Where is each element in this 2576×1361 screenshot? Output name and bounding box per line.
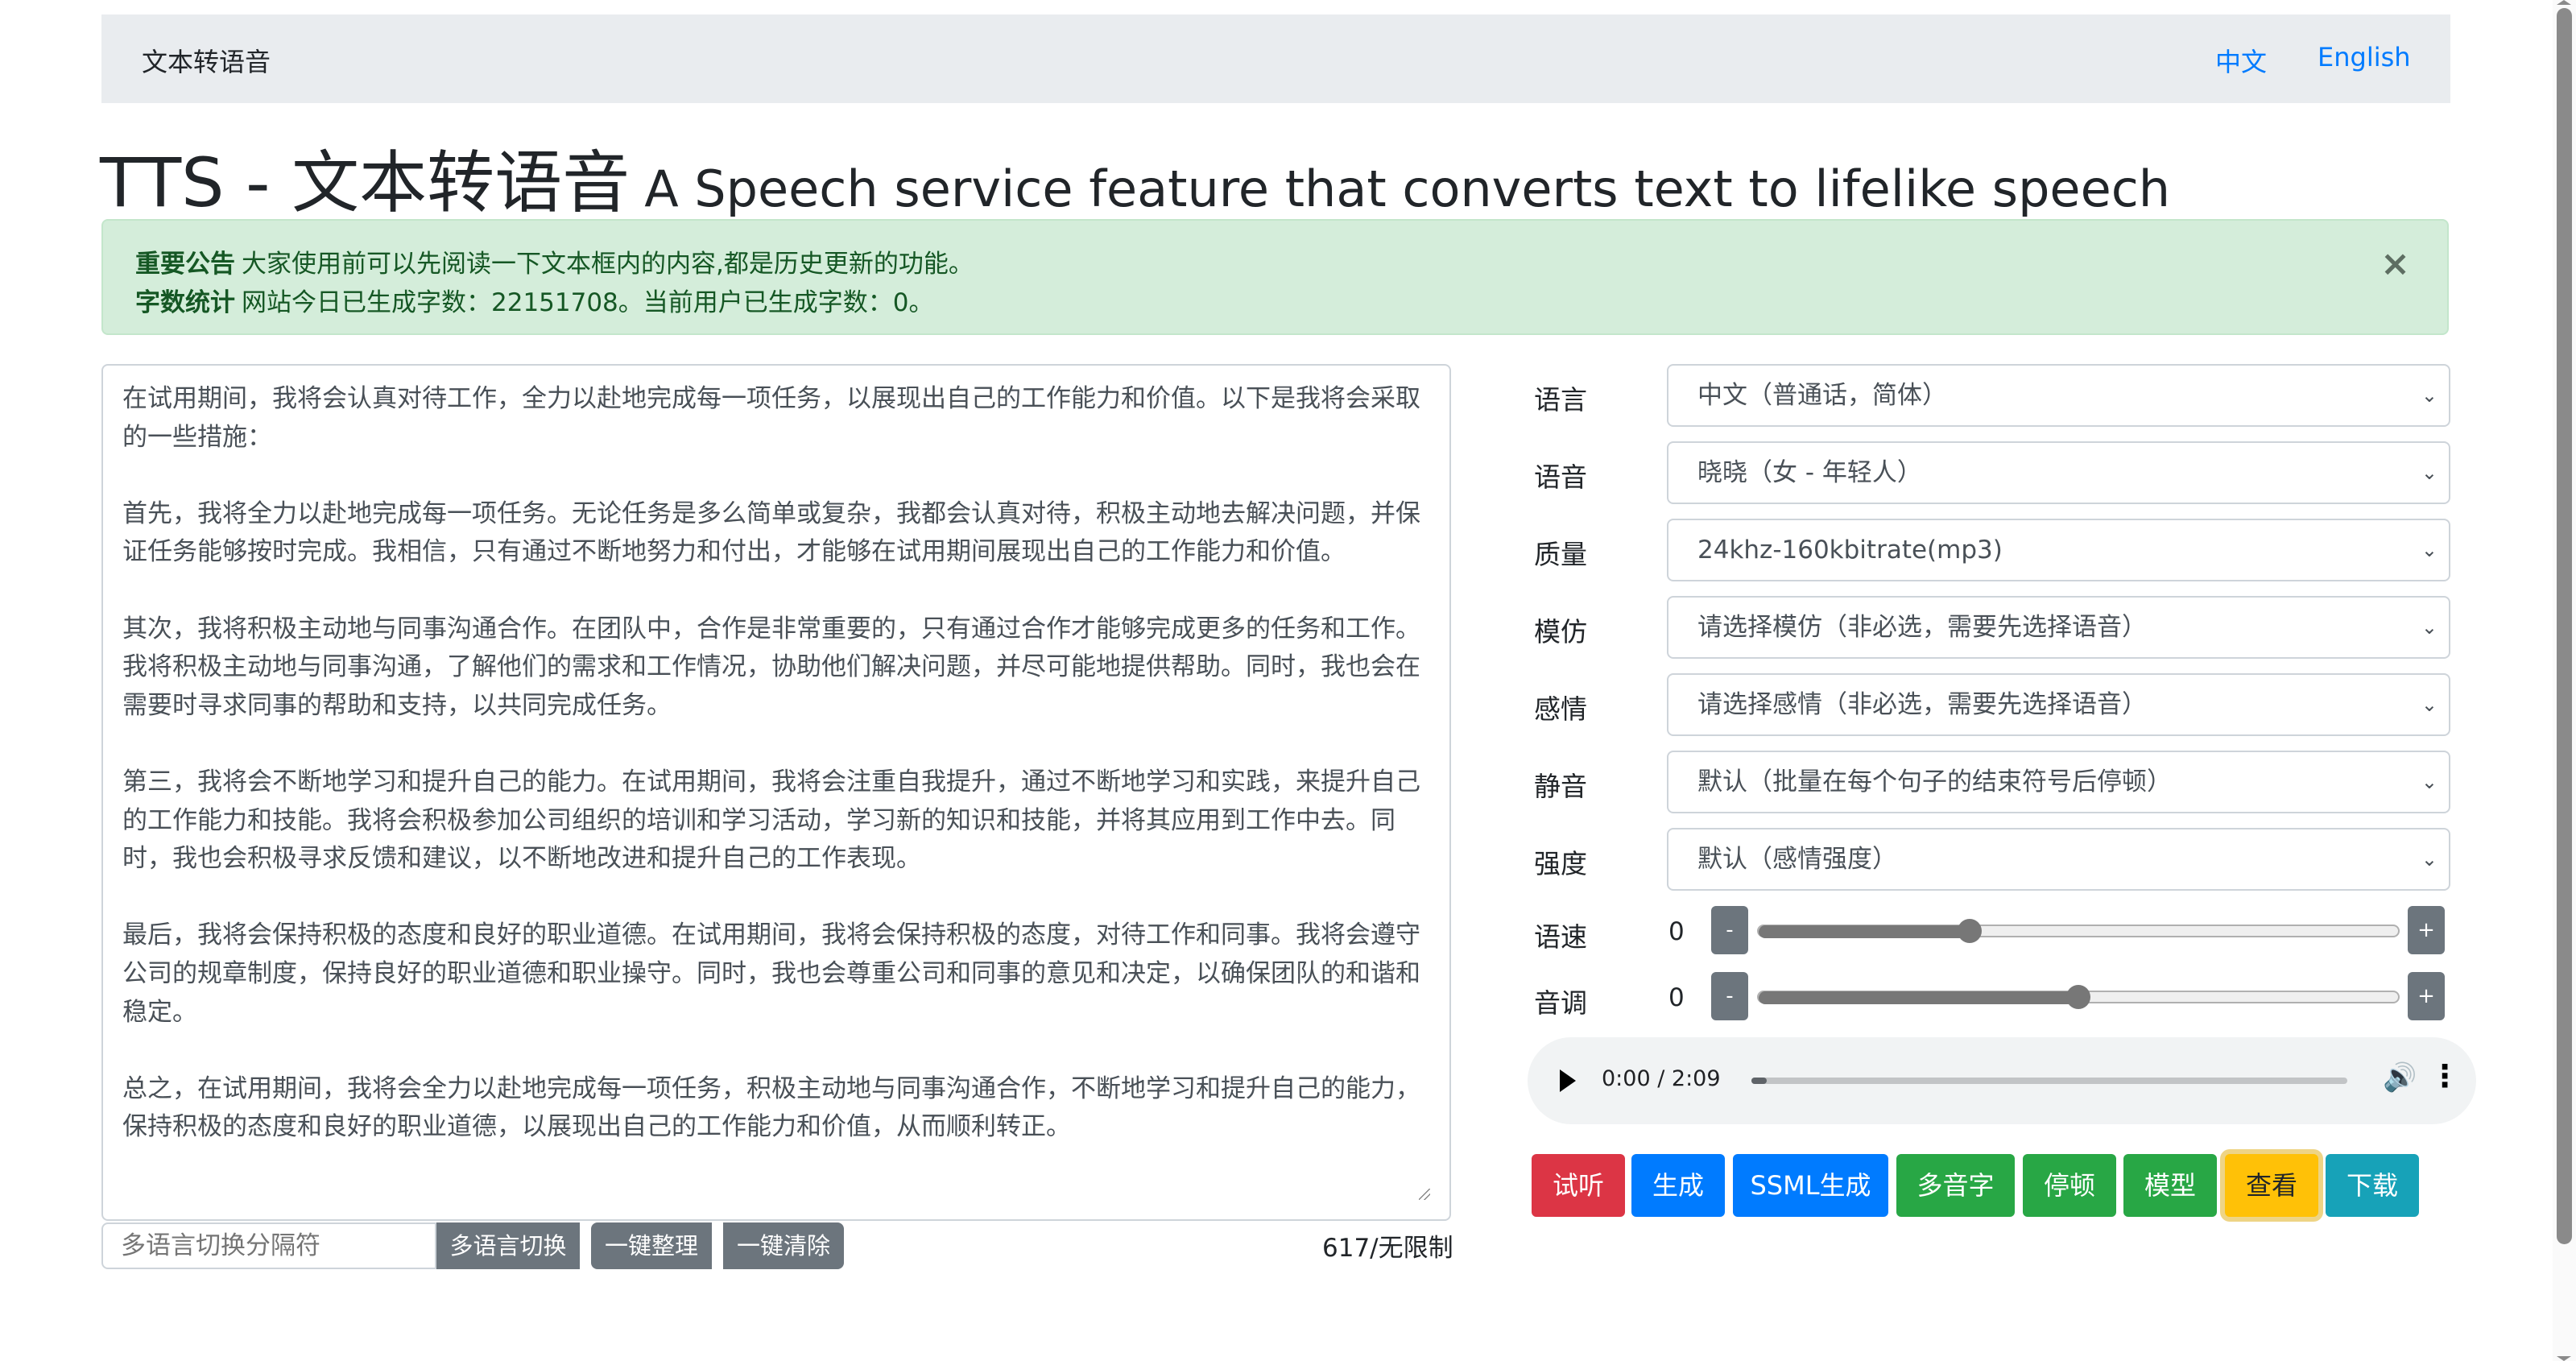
scroll-down-arrow-icon[interactable] xyxy=(2557,1356,2571,1361)
voice-select[interactable]: 晓晓（女 - 年轻人） ⌄ xyxy=(1667,441,2450,504)
scroll-up-arrow-icon[interactable] xyxy=(2557,0,2571,5)
intensity-select-value: 默认（感情强度） xyxy=(1697,845,1897,874)
voice-label: 语音 xyxy=(1534,461,1587,493)
multi-language-switch-button[interactable]: 多语言切换 xyxy=(436,1222,580,1269)
nav-link-english[interactable]: English xyxy=(2318,42,2411,72)
voice-select-value: 晓晓（女 - 年轻人） xyxy=(1697,458,1922,487)
chevron-down-icon: ⌄ xyxy=(2421,539,2437,561)
chevron-down-icon: ⌄ xyxy=(2421,616,2437,639)
quality-select[interactable]: 24khz-160kbitrate(mp3) ⌄ xyxy=(1667,519,2450,581)
rate-decrease-button[interactable]: - xyxy=(1711,906,1748,954)
pitch-label: 音调 xyxy=(1534,987,1587,1019)
resize-grip-icon xyxy=(1419,1189,1430,1200)
audio-played xyxy=(1751,1078,1767,1084)
separator-input[interactable] xyxy=(101,1222,436,1269)
view-button[interactable]: 查看 xyxy=(2225,1154,2318,1217)
preview-button[interactable]: 试听 xyxy=(1532,1154,1625,1217)
pitch-slider-thumb[interactable] xyxy=(2066,985,2090,1009)
nav-link-chinese[interactable]: 中文 xyxy=(2215,42,2267,79)
intensity-label: 强度 xyxy=(1534,848,1587,879)
chevron-down-icon: ⌄ xyxy=(2421,461,2437,484)
chevron-down-icon: ⌄ xyxy=(2421,384,2437,407)
language-label: 语言 xyxy=(1534,384,1587,416)
pitch-increase-button[interactable]: + xyxy=(2408,972,2445,1020)
play-icon[interactable] xyxy=(1560,1069,1576,1092)
audio-player: 0:00 / 2:09 🔊 ⋮ xyxy=(1528,1037,2476,1124)
chevron-down-icon: ⌄ xyxy=(2421,848,2437,871)
stats-label: 字数统计 xyxy=(135,288,235,317)
polyphone-button[interactable]: 多音字 xyxy=(1896,1154,2015,1217)
stats-line: 字数统计 网站今日已生成字数：22151708。当前用户已生成字数：0。 xyxy=(135,282,934,318)
rate-slider[interactable] xyxy=(1757,919,2400,943)
rate-value: 0 xyxy=(1668,917,1685,946)
language-select-value: 中文（普通话，简体） xyxy=(1697,381,1947,410)
language-select[interactable]: 中文（普通话，简体） ⌄ xyxy=(1667,364,2450,427)
chevron-down-icon: ⌄ xyxy=(2421,693,2437,716)
quality-select-value: 24khz-160kbitrate(mp3) xyxy=(1697,536,2003,565)
more-options-icon[interactable]: ⋮ xyxy=(2429,1058,2460,1094)
char-count: 617/无限制 xyxy=(1322,1234,1453,1263)
page-title: TTS - 文本转语音 A Speech service feature that… xyxy=(100,129,2170,226)
clear-button[interactable]: 一键清除 xyxy=(723,1222,844,1269)
pitch-slider-fill xyxy=(1759,991,2078,1004)
model-button[interactable]: 模型 xyxy=(2123,1154,2217,1217)
chevron-down-icon: ⌄ xyxy=(2421,771,2437,793)
imitate-select-value: 请选择模仿（非必选，需要先选择语音） xyxy=(1697,613,2147,642)
pause-button[interactable]: 停顿 xyxy=(2023,1154,2116,1217)
emotion-select-value: 请选择感情（非必选，需要先选择语音） xyxy=(1697,690,2147,719)
text-input[interactable]: 在试用期间，我将会认真对待工作，全力以赴地完成每一项任务，以展现出自己的工作能力… xyxy=(101,364,1451,1221)
emotion-select[interactable]: 请选择感情（非必选，需要先选择语音） ⌄ xyxy=(1667,673,2450,736)
rate-increase-button[interactable]: + xyxy=(2408,906,2445,954)
page-title-main: TTS - 文本转语音 xyxy=(100,143,631,222)
stats-text: 网站今日已生成字数：22151708。当前用户已生成字数：0。 xyxy=(242,288,934,317)
imitate-label: 模仿 xyxy=(1534,616,1587,647)
navbar-brand[interactable]: 文本转语音 xyxy=(142,42,271,79)
tidy-button[interactable]: 一键整理 xyxy=(591,1222,712,1269)
close-icon[interactable]: × xyxy=(2380,246,2410,282)
pitch-decrease-button[interactable]: - xyxy=(1711,972,1748,1020)
rate-label: 语速 xyxy=(1534,921,1587,953)
rate-slider-thumb[interactable] xyxy=(1958,919,1983,943)
announcement-alert: 重要公告 大家使用前可以先阅读一下文本框内的内容,都是历史更新的功能。 字数统计网… xyxy=(101,219,2449,335)
pitch-slider[interactable] xyxy=(1757,985,2400,1009)
imitate-select[interactable]: 请选择模仿（非必选，需要先选择语音） ⌄ xyxy=(1667,596,2450,659)
page-scrollbar[interactable] xyxy=(2553,0,2576,1361)
notice-text: 大家使用前可以先阅读一下文本框内的内容,都是历史更新的功能。 xyxy=(242,250,974,279)
silence-select-value: 默认（批量在每个句子的结束符号后停顿） xyxy=(1697,767,2172,796)
rate-slider-fill xyxy=(1759,925,1970,938)
notice-line: 重要公告 大家使用前可以先阅读一下文本框内的内容,都是历史更新的功能。 xyxy=(135,243,974,279)
quality-label: 质量 xyxy=(1534,539,1587,570)
notice-label: 重要公告 xyxy=(135,250,235,279)
volume-icon[interactable]: 🔊 xyxy=(2383,1061,2417,1094)
silence-select[interactable]: 默认（批量在每个句子的结束符号后停顿） ⌄ xyxy=(1667,751,2450,813)
download-button[interactable]: 下载 xyxy=(2326,1154,2419,1217)
audio-time: 0:00 / 2:09 xyxy=(1602,1066,1721,1091)
audio-progress-bar[interactable] xyxy=(1751,1078,2347,1084)
ssml-generate-button[interactable]: SSML生成 xyxy=(1733,1154,1888,1217)
navbar: 文本转语音 中文 English xyxy=(101,14,2450,103)
silence-label: 静音 xyxy=(1534,771,1587,802)
emotion-label: 感情 xyxy=(1534,693,1587,725)
page-title-subtitle: A Speech service feature that converts t… xyxy=(644,159,2171,218)
scrollbar-thumb[interactable] xyxy=(2557,8,2572,1244)
intensity-select[interactable]: 默认（感情强度） ⌄ xyxy=(1667,828,2450,891)
pitch-value: 0 xyxy=(1668,983,1685,1012)
generate-button[interactable]: 生成 xyxy=(1631,1154,1725,1217)
